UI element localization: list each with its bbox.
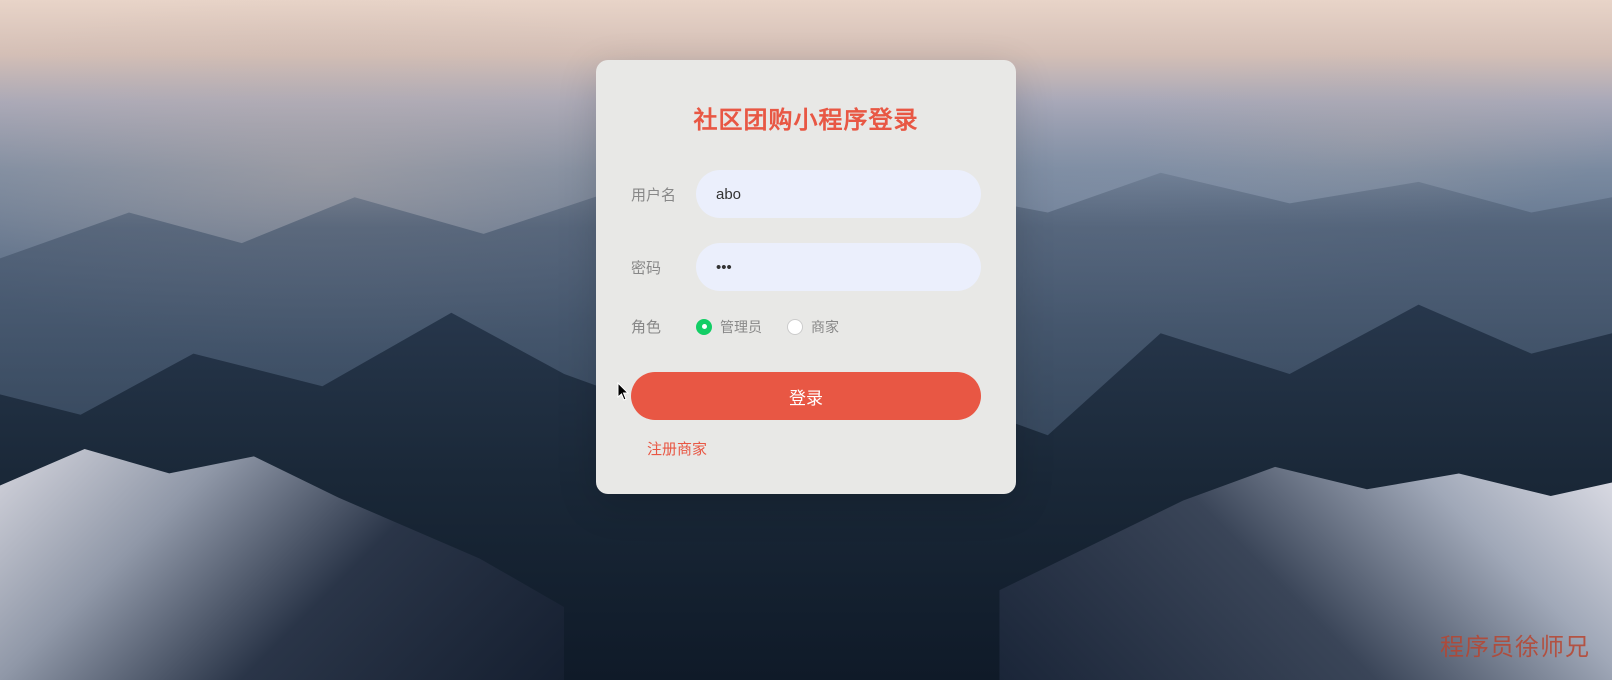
role-radio-merchant[interactable]: 商家 — [787, 317, 839, 337]
role-radio-group: 管理员 商家 — [696, 317, 839, 337]
role-radio-merchant-label: 商家 — [811, 317, 839, 337]
login-card: 社区团购小程序登录 用户名 密码 角色 管理员 商家 登录 注册商家 — [596, 60, 1016, 494]
username-row: 用户名 — [631, 170, 981, 218]
watermark: 程序员徐师兄 — [1440, 627, 1590, 662]
register-merchant-link[interactable]: 注册商家 — [631, 438, 981, 459]
username-label: 用户名 — [631, 184, 696, 205]
username-input[interactable] — [696, 170, 981, 218]
password-label: 密码 — [631, 257, 696, 278]
password-row: 密码 — [631, 243, 981, 291]
radio-icon — [696, 319, 712, 335]
role-radio-admin[interactable]: 管理员 — [696, 317, 762, 337]
password-input[interactable] — [696, 243, 981, 291]
role-label: 角色 — [631, 316, 696, 337]
radio-icon — [787, 319, 803, 335]
role-row: 角色 管理员 商家 — [631, 316, 981, 337]
login-button[interactable]: 登录 — [631, 372, 981, 420]
page-title: 社区团购小程序登录 — [631, 100, 981, 135]
role-radio-admin-label: 管理员 — [720, 317, 762, 337]
